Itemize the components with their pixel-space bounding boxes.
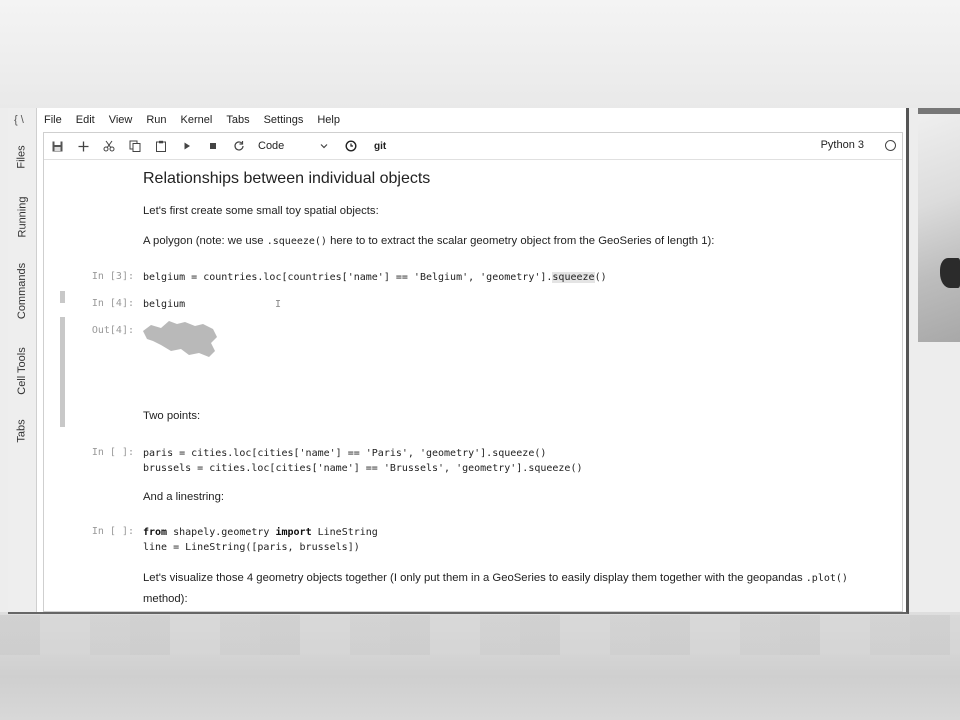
code-line: line = LineString([paris, brussels]) (143, 542, 360, 553)
side-photo (918, 108, 960, 342)
notebook-panel: Code git Python 3 Relationships between … (43, 132, 903, 612)
tab-files-label: Files (15, 145, 28, 169)
cell-prompt: In [ ]: (91, 447, 134, 458)
code-text: LineString (311, 527, 378, 538)
photo-object (940, 258, 960, 288)
cut-button[interactable] (96, 133, 122, 159)
tab-tabs-label: Tabs (16, 419, 28, 443)
interrupt-button[interactable] (200, 133, 226, 159)
linestring-text: And a linestring: (143, 491, 225, 503)
code-keyword: from (143, 527, 168, 538)
code-line: paris = cities.loc[cities['name'] == 'Pa… (143, 448, 547, 459)
restart-button[interactable] (226, 133, 252, 159)
tab-running[interactable]: Running (8, 180, 36, 254)
tab-commands[interactable]: Commands (8, 254, 36, 328)
belgium-polygon-output (143, 321, 217, 357)
cell-prompt: In [4]: (91, 298, 134, 309)
intro-text: Let's first create some small toy spatia… (143, 205, 379, 217)
photo-frame (918, 108, 960, 114)
background-texture (0, 615, 960, 655)
clipboard-icon (156, 140, 166, 152)
menu-tabs[interactable]: Tabs (219, 114, 256, 126)
code-line: from shapely.geometry import LineString (143, 525, 378, 540)
notebook-content: Relationships between individual objects… (44, 160, 902, 611)
play-icon (184, 142, 190, 150)
menu-edit[interactable]: Edit (69, 114, 102, 126)
refresh-icon (234, 141, 244, 151)
kernel-name[interactable]: Python 3 (821, 139, 864, 151)
polygon-note: A polygon (note: we use .squeeze() here … (143, 235, 714, 247)
copy-button[interactable] (122, 133, 148, 159)
save-icon (52, 141, 62, 151)
code-highlight: squeeze (552, 272, 595, 283)
visualize-code: .plot() (805, 573, 848, 584)
kernel-status-icon (885, 140, 896, 151)
two-points-text: Two points: (143, 410, 201, 422)
code-text: () (594, 272, 607, 283)
cell-type-value: Code (258, 140, 285, 152)
menu-file[interactable]: File (37, 114, 69, 126)
output-collapser[interactable] (60, 317, 65, 427)
code-cell-linestring[interactable]: from shapely.geometry import LineString l… (143, 525, 378, 555)
code-cell-points[interactable]: paris = cities.loc[cities['name'] == 'Pa… (143, 446, 583, 476)
cell-prompt: In [ ]: (91, 526, 134, 537)
tab-running-label: Running (16, 196, 29, 238)
git-button[interactable]: git (374, 141, 386, 152)
code-cell-belgium-assign[interactable]: belgium = countries.loc[countries['name'… (143, 270, 607, 285)
visualize-post: method): (143, 593, 188, 605)
menu-kernel[interactable]: Kernel (174, 114, 220, 126)
jupyterlab-window: { \ Files Running Commands Cell Tools Ta… (8, 108, 909, 614)
menu-run[interactable]: Run (139, 114, 173, 126)
menu-bar: File Edit View Run Kernel Tabs Settings … (37, 108, 906, 132)
scissors-icon (103, 140, 115, 152)
stop-icon (210, 143, 216, 149)
insert-cell-button[interactable] (70, 133, 96, 159)
text-cursor: I (275, 299, 282, 310)
code-text: belgium = countries.loc[countries['name'… (143, 272, 553, 283)
polygon-note-post: here to to extract the scalar geometry o… (326, 235, 715, 247)
code-line: brussels = cities.loc[cities['name'] == … (143, 463, 583, 474)
tab-tabs[interactable]: Tabs (8, 394, 36, 468)
paste-button[interactable] (148, 133, 174, 159)
code-text: shapely.geometry (167, 527, 276, 538)
save-button[interactable] (44, 133, 70, 159)
section-heading: Relationships between individual objects (143, 170, 431, 187)
tab-cell-tools-label: Cell Tools (16, 347, 28, 395)
code-cell-belgium[interactable]: belgium (143, 297, 185, 312)
tab-commands-label: Commands (16, 262, 28, 320)
menu-view[interactable]: View (102, 114, 140, 126)
background-top (0, 0, 960, 108)
cell-collapser[interactable] (60, 291, 65, 303)
clock-icon (345, 140, 357, 152)
cell-type-select[interactable]: Code (258, 140, 328, 152)
output-prompt: Out[4]: (91, 325, 134, 336)
left-sidebar: { \ Files Running Commands Cell Tools Ta… (8, 108, 37, 612)
polygon-note-pre: A polygon (note: we use (143, 235, 267, 247)
run-button[interactable] (174, 133, 200, 159)
menu-help[interactable]: Help (310, 114, 347, 126)
code-keyword: import (275, 527, 312, 538)
chevron-down-icon (320, 144, 328, 149)
copy-icon (129, 140, 141, 152)
visualize-pre: Let's visualize those 4 geometry objects… (143, 572, 806, 584)
menu-settings[interactable]: Settings (257, 114, 311, 126)
clock-button[interactable] (338, 133, 364, 159)
notebook-toolbar: Code git Python 3 (44, 133, 902, 160)
visualize-text: Let's visualize those 4 geometry objects… (143, 568, 883, 609)
polygon-note-code: .squeeze() (266, 236, 327, 247)
plus-icon (78, 141, 88, 151)
cell-prompt: In [3]: (91, 271, 134, 282)
